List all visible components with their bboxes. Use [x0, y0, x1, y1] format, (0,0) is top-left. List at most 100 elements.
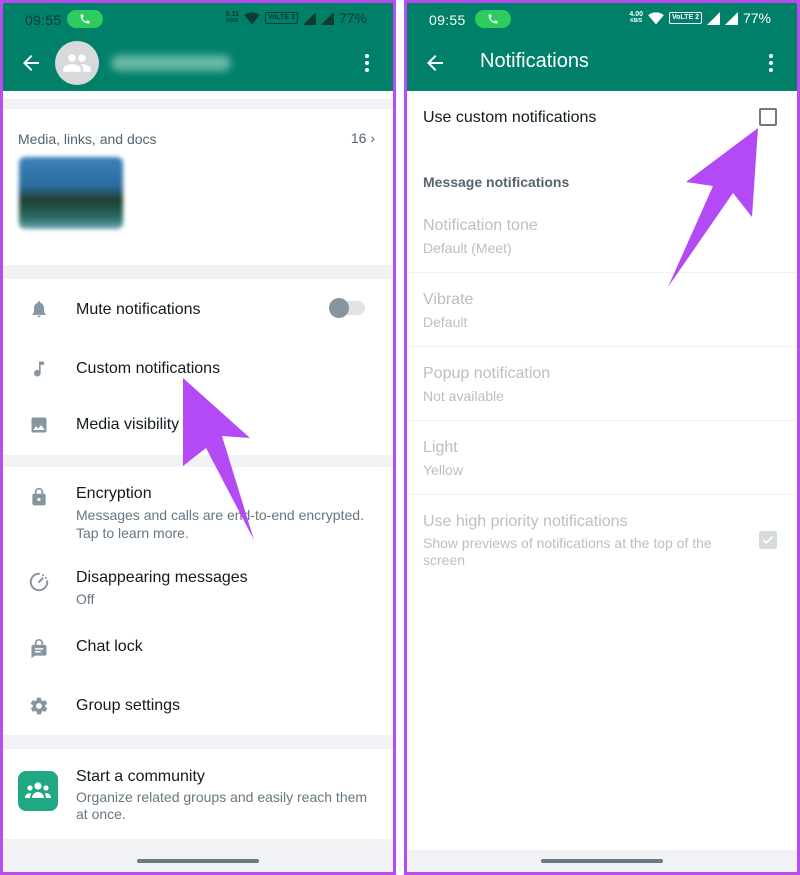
- home-gesture-handle[interactable]: [137, 859, 259, 863]
- light-row[interactable]: Light Yellow: [407, 421, 797, 495]
- start-community-label: Start a community: [76, 768, 205, 785]
- media-visibility-label: Media visibility: [76, 416, 180, 433]
- notification-preferences: Use custom notifications Message notific…: [407, 91, 797, 850]
- vibrate-value: Default: [423, 314, 468, 330]
- disappearing-messages-row[interactable]: Disappearing messages Off: [3, 553, 393, 617]
- notification-tone-title: Notification tone: [423, 217, 538, 234]
- notifications-screen: 09:55 4.00 KB/S VoLTE 2 77% Notifications…: [404, 0, 800, 875]
- encryption-subtitle: Messages and calls are end-to-end encryp…: [76, 507, 364, 541]
- custom-notifications-row[interactable]: Custom notifications: [3, 339, 393, 397]
- app-bar: Travel Website: [3, 35, 393, 91]
- encryption-row[interactable]: Encryption Messages and calls are end-to…: [3, 467, 393, 547]
- gesture-nav-bar: [3, 850, 393, 872]
- toggle-knob: [329, 298, 349, 318]
- high-priority-subtitle: Show previews of notifications at the to…: [423, 535, 712, 568]
- use-custom-notifications-checkbox[interactable]: [759, 108, 777, 126]
- wifi-icon: [244, 11, 260, 24]
- high-priority-row[interactable]: Use high priority notifications Show pre…: [407, 495, 797, 585]
- chevron-right-icon: ›: [370, 130, 375, 146]
- lock-icon: [27, 485, 51, 509]
- media-count[interactable]: 16 ›: [351, 130, 375, 146]
- timer-icon: [27, 570, 51, 594]
- network-speed-unit: KB/S: [226, 18, 239, 24]
- status-bar: 09:55 4.00 KB/S VoLTE 2 77%: [407, 3, 797, 35]
- wifi-icon: [648, 11, 664, 24]
- encryption-label: Encryption: [76, 485, 152, 502]
- group-info-screen: 09:55 0.11KB/S VoLTE 2 77% Travel Websit…: [0, 0, 396, 875]
- use-custom-notifications-label: Use custom notifications: [423, 109, 597, 126]
- network-speed-unit: KB/S: [630, 18, 643, 24]
- custom-notifications-label: Custom notifications: [76, 360, 221, 377]
- notification-tone-row[interactable]: Notification tone Default (Meet): [407, 199, 797, 273]
- arrow-left-icon[interactable]: [423, 51, 447, 75]
- gear-icon: [27, 694, 51, 718]
- phone-icon: [488, 14, 498, 24]
- light-value: Yellow: [423, 462, 463, 478]
- chat-lock-icon: [27, 637, 51, 661]
- volte-badge: VoLTE 2: [265, 12, 298, 24]
- vibrate-title: Vibrate: [423, 291, 474, 308]
- status-time: 09:55: [429, 12, 466, 28]
- media-thumbnail[interactable]: [19, 157, 123, 229]
- bell-icon: [27, 297, 51, 321]
- media-title: Media, links, and docs: [18, 131, 157, 147]
- home-gesture-handle[interactable]: [541, 859, 663, 863]
- chat-lock-label: Chat lock: [76, 638, 143, 655]
- media-count-value: 16: [350, 130, 367, 146]
- status-time: 09:55: [25, 12, 62, 28]
- notification-tone-value: Default (Meet): [423, 240, 512, 256]
- group-icon: [63, 54, 91, 72]
- high-priority-checkbox[interactable]: [759, 531, 777, 549]
- light-title: Light: [423, 439, 458, 456]
- page-title: Notifications: [480, 50, 589, 72]
- group-name[interactable]: Travel Website: [111, 55, 231, 71]
- notification-settings-card: Mute notifications Custom notifications …: [3, 279, 393, 455]
- popup-notification-title: Popup notification: [423, 365, 551, 382]
- status-bar: 09:55 0.11 KB/S VoLTE 2 77%: [3, 3, 393, 35]
- mute-notifications-label: Mute notifications: [76, 301, 201, 318]
- network-speed-value: 4.00: [629, 11, 643, 18]
- music-note-icon: [27, 357, 51, 381]
- disappearing-messages-label: Disappearing messages: [76, 569, 248, 586]
- group-avatar[interactable]: [55, 41, 99, 85]
- battery-level: 77%: [338, 10, 367, 26]
- media-links-docs-card[interactable]: Media, links, and docs 16 ›: [3, 109, 393, 265]
- signal-icon-2: [320, 11, 334, 25]
- ongoing-call-indicator[interactable]: [67, 10, 103, 28]
- signal-icon: [706, 11, 720, 25]
- privacy-settings-card: Encryption Messages and calls are end-to…: [3, 467, 393, 735]
- start-community-row[interactable]: Start a community Organize related group…: [3, 749, 393, 839]
- volte-badge: VoLTE 2: [669, 12, 702, 24]
- image-icon: [27, 413, 51, 437]
- community-icon: [18, 771, 58, 811]
- disappearing-messages-value: Off: [76, 591, 95, 607]
- popup-notification-row[interactable]: Popup notification Not available: [407, 347, 797, 421]
- battery-level: 77%: [742, 10, 771, 26]
- group-settings-row[interactable]: Group settings: [3, 677, 393, 735]
- checkmark-icon: [762, 535, 774, 545]
- media-visibility-row[interactable]: Media visibility: [3, 397, 393, 455]
- arrow-left-icon[interactable]: [19, 51, 43, 75]
- mute-notifications-row[interactable]: Mute notifications: [3, 279, 393, 339]
- network-speed: 0.11 KB/S: [226, 11, 239, 25]
- signal-icon-2: [724, 11, 738, 25]
- start-community-subtitle: Organize related groups and easily reach…: [76, 789, 368, 822]
- divider-top: [3, 91, 393, 99]
- section-heading: Message notifications: [423, 174, 570, 190]
- app-bar: Notifications: [407, 35, 797, 91]
- gesture-nav-bar: [407, 850, 797, 872]
- signal-icon: [302, 11, 316, 25]
- use-custom-notifications-row[interactable]: Use custom notifications: [407, 91, 797, 151]
- more-vert-icon[interactable]: [355, 51, 379, 75]
- chat-lock-row[interactable]: Chat lock: [3, 617, 393, 677]
- phone-icon: [80, 14, 90, 24]
- popup-notification-value: Not available: [423, 388, 504, 404]
- network-speed: 4.00 KB/S: [629, 11, 643, 25]
- network-speed-value: 0.11: [225, 11, 239, 18]
- mute-notifications-toggle[interactable]: [329, 298, 365, 318]
- vibrate-row[interactable]: Vibrate Default: [407, 273, 797, 347]
- ongoing-call-indicator[interactable]: [475, 10, 511, 28]
- group-settings-label: Group settings: [76, 697, 181, 714]
- more-vert-icon[interactable]: [759, 51, 783, 75]
- high-priority-title: Use high priority notifications: [423, 513, 628, 530]
